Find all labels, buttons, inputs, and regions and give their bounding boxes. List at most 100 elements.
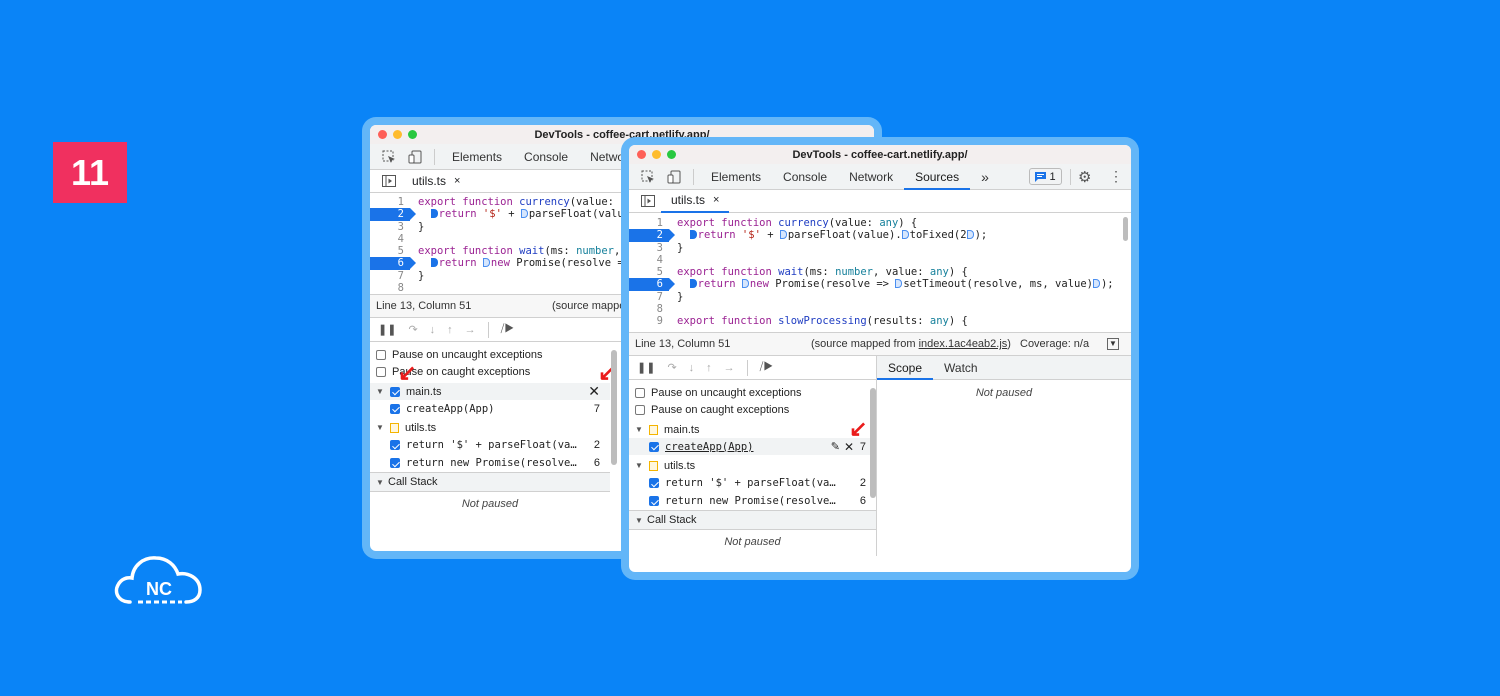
breakpoint-checkbox[interactable]: [649, 496, 659, 506]
pause-uncaught-row[interactable]: Pause on uncaught exceptions: [629, 384, 876, 401]
breakpoint-checkbox[interactable]: [390, 458, 400, 468]
device-toolbar-icon[interactable]: [661, 170, 687, 184]
breakpoint-row[interactable]: return '$' + parseFloat(va… 2: [629, 474, 876, 492]
title-bar: DevTools - coffee-cart.netlify.app/: [629, 145, 1131, 164]
toggle-panel-icon[interactable]: ▼: [1107, 338, 1119, 350]
edit-breakpoint-icon[interactable]: ✎: [831, 440, 840, 453]
maximize-window-button[interactable]: [667, 150, 676, 159]
call-stack-header[interactable]: ▼ Call Stack: [370, 472, 610, 492]
inspect-element-icon[interactable]: [376, 150, 402, 164]
breakpoint-checkbox[interactable]: [649, 478, 659, 488]
file-tab-label: utils.ts: [671, 193, 706, 207]
step-out-icon[interactable]: ↑: [447, 324, 453, 336]
pause-uncaught-checkbox[interactable]: [635, 387, 645, 398]
code-editor[interactable]: 1 export function currency(value: any) { …: [629, 213, 1131, 332]
line-number: 5: [397, 245, 404, 258]
settings-gear-icon[interactable]: ⚙: [1078, 168, 1091, 186]
deactivate-breakpoints-icon[interactable]: ⧸▶: [501, 323, 515, 336]
step-over-icon[interactable]: ↷: [408, 323, 417, 336]
expand-triangle-icon[interactable]: ▼: [635, 516, 643, 525]
toolbar-divider: [746, 359, 748, 376]
pause-caught-row[interactable]: Pause on caught exceptions: [629, 401, 876, 418]
close-file-tab-icon[interactable]: ×: [713, 194, 719, 206]
breakpoint-row[interactable]: return new Promise(resolve… 6: [370, 454, 610, 472]
breakpoint-row[interactable]: createApp(App) 7: [370, 400, 610, 417]
breakpoint-checkbox[interactable]: [390, 440, 400, 450]
editor-scrollbar[interactable]: [1123, 217, 1128, 241]
breakpoint-file-group[interactable]: ▼ main.ts: [629, 421, 876, 438]
tab-scope[interactable]: Scope: [877, 356, 934, 380]
more-options-icon[interactable]: ⋮: [1109, 168, 1123, 185]
pause-caught-checkbox[interactable]: [376, 366, 386, 377]
pane-scrollbar[interactable]: [611, 350, 617, 465]
step-out-icon[interactable]: ↑: [706, 362, 712, 374]
remove-breakpoints-icon[interactable]: ✕: [588, 383, 600, 400]
tab-sources[interactable]: Sources: [904, 164, 971, 190]
source-map-link[interactable]: index.1ac4eab2.js: [919, 338, 1008, 350]
expand-triangle-icon[interactable]: ▼: [376, 478, 384, 487]
pane-scrollbar[interactable]: [870, 388, 876, 498]
tab-console[interactable]: Console: [772, 164, 838, 190]
step-into-icon[interactable]: ↓: [430, 324, 436, 336]
breakpoint-row[interactable]: return '$' + parseFloat(va… 2: [370, 436, 610, 454]
breakpoint-marker[interactable]: 6: [370, 257, 416, 270]
expand-triangle-icon[interactable]: ▼: [635, 425, 643, 434]
pause-icon[interactable]: ❚❚: [637, 361, 655, 374]
toolbar-divider: [487, 321, 489, 338]
scope-watch-pane: Scope Watch Not paused: [877, 356, 1131, 556]
device-toolbar-icon[interactable]: [402, 150, 428, 164]
step-icon[interactable]: →: [465, 324, 476, 336]
issues-button[interactable]: 1: [1029, 168, 1062, 185]
devtools-tabbar: Elements Console Network Sources » 1 ⚙ ⋮: [629, 164, 1131, 190]
minimize-window-button[interactable]: [393, 130, 402, 139]
breakpoint-file-group[interactable]: ▼ utils.ts: [629, 457, 876, 474]
expand-triangle-icon[interactable]: ▼: [376, 387, 384, 396]
breakpoint-file-group[interactable]: ▼ main.ts ✕: [370, 383, 610, 400]
pause-caught-checkbox[interactable]: [635, 404, 645, 415]
breakpoints-pane: Pause on uncaught exceptions Pause on ca…: [629, 380, 876, 556]
inspect-element-icon[interactable]: [635, 170, 661, 184]
breakpoint-row[interactable]: createApp(App) ✎ ✕ 7: [629, 438, 876, 455]
pause-icon[interactable]: ❚❚: [378, 323, 396, 336]
breakpoint-checkbox[interactable]: [649, 441, 659, 452]
breakpoint-marker[interactable]: 6: [629, 278, 675, 291]
breakpoint-marker[interactable]: 2: [629, 229, 675, 242]
breakpoint-marker[interactable]: 2: [370, 208, 416, 221]
editor-status-bar: Line 13, Column 51 (source mapped from i…: [629, 332, 1131, 356]
cursor-position: Line 13, Column 51: [376, 300, 472, 312]
call-stack-header[interactable]: ▼ Call Stack: [629, 510, 876, 530]
step-into-icon[interactable]: ↓: [689, 362, 695, 374]
toggle-navigator-icon[interactable]: [376, 175, 402, 187]
toolbar-divider: [434, 148, 435, 165]
file-breakpoints-checkbox[interactable]: [390, 386, 400, 397]
file-tab-utils[interactable]: utils.ts ×: [661, 190, 730, 213]
tab-watch[interactable]: Watch: [933, 356, 989, 380]
code-line: 7}: [656, 290, 684, 303]
breakpoint-row[interactable]: return new Promise(resolve… 6: [629, 492, 876, 510]
tab-console[interactable]: Console: [513, 144, 579, 170]
tab-elements[interactable]: Elements: [441, 144, 513, 170]
tab-elements[interactable]: Elements: [700, 164, 772, 190]
code-line: 5 export function wait(ms: number, value:…: [656, 266, 968, 279]
minimize-window-button[interactable]: [652, 150, 661, 159]
not-paused-label: Not paused: [724, 536, 781, 548]
pause-uncaught-checkbox[interactable]: [376, 349, 386, 360]
breakpoint-file-group[interactable]: ▼ utils.ts: [370, 419, 610, 436]
close-file-tab-icon[interactable]: ×: [454, 175, 460, 187]
toggle-navigator-icon[interactable]: [635, 195, 661, 207]
close-window-button[interactable]: [637, 150, 646, 159]
breakpoint-checkbox[interactable]: [390, 403, 400, 414]
deactivate-breakpoints-icon[interactable]: ⧸▶: [760, 361, 774, 374]
tab-network[interactable]: Network: [838, 164, 904, 190]
step-over-icon[interactable]: ↷: [667, 361, 676, 374]
step-icon[interactable]: →: [724, 362, 735, 374]
code-line: 4: [656, 253, 663, 266]
expand-triangle-icon[interactable]: ▼: [635, 461, 643, 470]
file-tab-utils[interactable]: utils.ts ×: [402, 170, 470, 193]
expand-triangle-icon[interactable]: ▼: [376, 423, 384, 432]
close-window-button[interactable]: [378, 130, 387, 139]
remove-breakpoint-icon[interactable]: ✕: [844, 440, 854, 454]
svg-text:NC: NC: [146, 579, 172, 599]
maximize-window-button[interactable]: [408, 130, 417, 139]
more-tabs-icon[interactable]: »: [970, 164, 1000, 190]
